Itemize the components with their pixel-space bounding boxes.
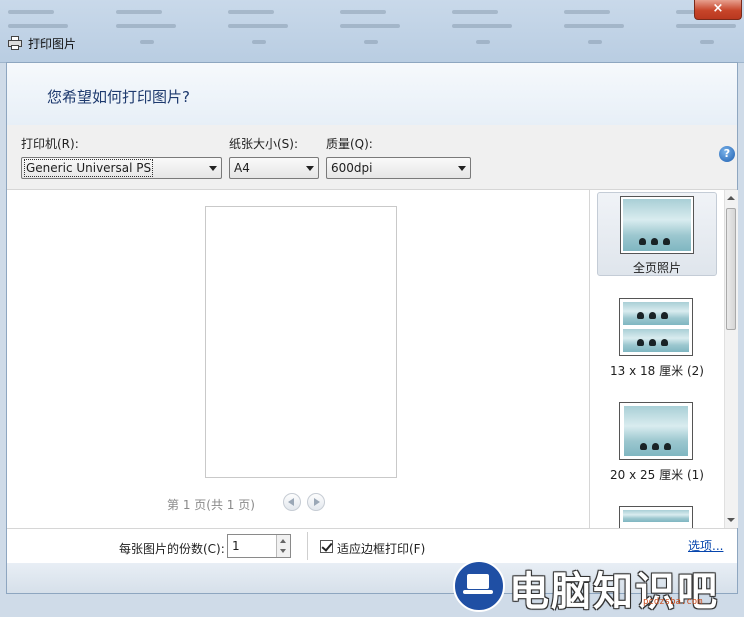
fit-frame-checkbox[interactable]	[320, 540, 333, 553]
dialog-question: 您希望如何打印图片?	[47, 88, 190, 106]
stepper-arrows-icon[interactable]	[276, 535, 290, 557]
layout-label: 全页照片	[632, 261, 681, 275]
printer-value: Generic Universal PS	[23, 159, 154, 177]
paper-size-value: A4	[234, 161, 250, 175]
help-icon[interactable]: ?	[719, 146, 735, 162]
scroll-up-icon[interactable]	[727, 196, 735, 200]
layout-label: 13 x 18 厘米 (2)	[610, 364, 704, 378]
layout-thumbnail	[619, 506, 693, 528]
layout-item-13x18[interactable]: 13 x 18 厘米 (2)	[597, 296, 717, 380]
window-title: 打印图片	[8, 35, 76, 51]
watermark-logo: 电脑知识吧 pcdzsba.com	[453, 559, 743, 615]
window-title-text: 打印图片	[28, 36, 77, 51]
layout-thumbnail	[619, 298, 693, 356]
paper-size-label: 纸张大小(S):	[229, 137, 299, 151]
layout-thumbnail	[619, 402, 693, 460]
chevron-down-icon	[209, 166, 217, 171]
copies-label: 每张图片的份数(C):	[119, 542, 225, 556]
chevron-down-icon	[306, 166, 314, 171]
copies-value[interactable]: 1	[232, 539, 240, 553]
divider	[307, 532, 308, 560]
printer-select[interactable]: Generic Universal PS	[21, 157, 222, 179]
fit-frame-label[interactable]: 适应边框打印(F)	[337, 540, 425, 557]
print-dialog: 您希望如何打印图片? 打印机(R): Generic Universal PS …	[6, 62, 738, 594]
watermark-text: 电脑知识吧	[509, 569, 719, 615]
layout-scrollbar[interactable]	[724, 190, 738, 528]
copies-stepper[interactable]: 1	[227, 534, 291, 558]
scroll-down-icon[interactable]	[727, 518, 735, 522]
printer-label: 打印机(R):	[21, 137, 79, 151]
quality-label: 质量(Q):	[326, 137, 373, 151]
previous-page-button[interactable]	[283, 493, 301, 511]
print-preview: 第 1 页(共 1 页)	[7, 190, 590, 528]
quality-value: 600dpi	[331, 161, 373, 175]
layout-label: 20 x 25 厘米 (1)	[610, 468, 704, 482]
page-info: 第 1 页(共 1 页)	[167, 498, 255, 512]
watermark-url: pcdzsba.com	[643, 597, 703, 607]
layout-thumbnail	[620, 196, 694, 254]
layout-item-20x25[interactable]: 20 x 25 厘米 (1)	[597, 400, 717, 484]
chevron-down-icon	[458, 166, 466, 171]
quality-select[interactable]: 600dpi	[326, 157, 471, 179]
paper-size-select[interactable]: A4	[229, 157, 319, 179]
background-window-content	[0, 4, 744, 52]
dialog-header: 您希望如何打印图片?	[7, 63, 737, 126]
scroll-thumb[interactable]	[726, 208, 736, 330]
printer-icon	[8, 36, 22, 50]
layout-list: 全页照片 13 x 18 厘米 (2) 20 x 25 厘米 (1)	[590, 190, 738, 528]
preview-page	[205, 206, 397, 478]
next-page-button[interactable]	[307, 493, 325, 511]
print-settings: 打印机(R): Generic Universal PS 纸张大小(S): A4…	[7, 125, 737, 190]
laptop-icon	[453, 560, 505, 612]
layout-item-full-page[interactable]: 全页照片	[597, 192, 717, 276]
options-link[interactable]: 选项...	[688, 537, 723, 554]
layout-item-next[interactable]	[597, 504, 717, 528]
close-button[interactable]: ×	[694, 0, 742, 20]
window-titlebar: × 打印图片	[0, 0, 744, 63]
